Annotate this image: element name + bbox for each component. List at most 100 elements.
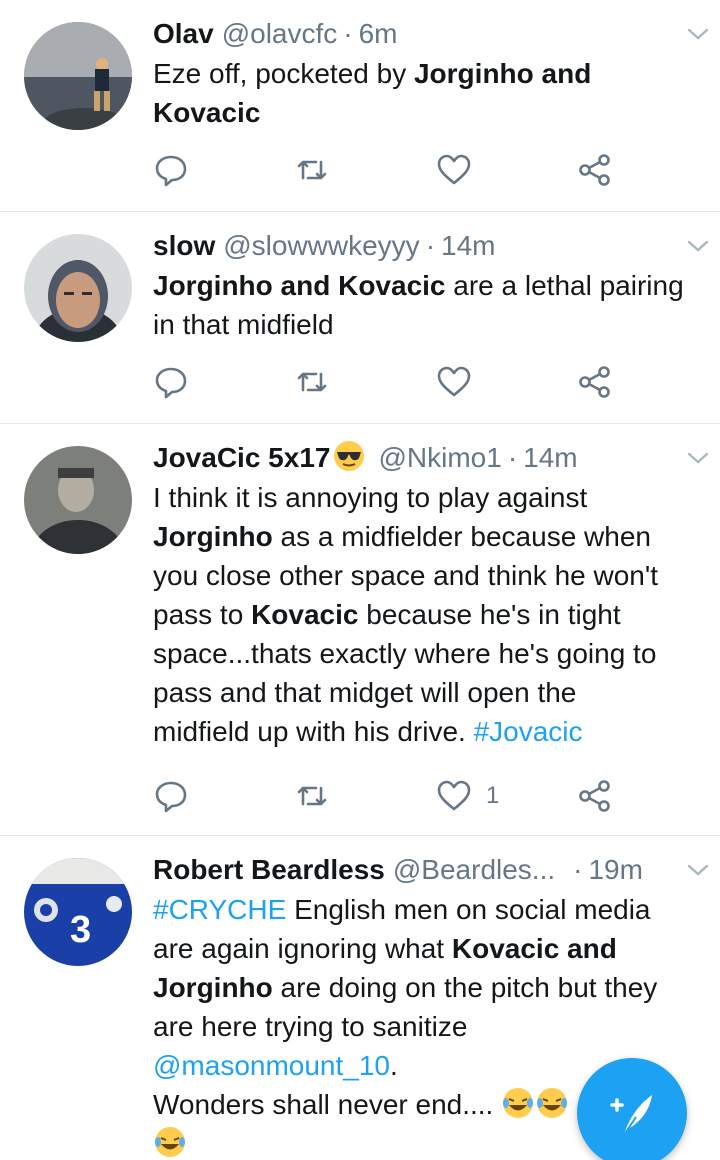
tweet-text-span: space...thats exactly where he's going t… (153, 638, 657, 669)
tweet-text-span: English men on social media (286, 894, 651, 925)
tweet-text-line: Jorginho are doing on the pitch but they (153, 968, 700, 1007)
author-name[interactable]: Olav (153, 14, 214, 54)
tweet-link[interactable]: @masonmount_10 (153, 1050, 390, 1081)
separator: · (343, 18, 353, 49)
tweet-link[interactable]: #Jovacic (474, 716, 583, 747)
tweet-text: Eze off, pocketed by Jorginho and Kovacic (153, 54, 700, 132)
tweet-text-span: as a midfielder because when (272, 521, 651, 552)
reply-icon (155, 781, 187, 813)
tweet-text-span: Kovacic (251, 599, 359, 630)
author-name[interactable]: Robert Beardless (153, 850, 385, 890)
author-name[interactable]: JovaCic 5x17 (153, 438, 330, 478)
avatar[interactable] (24, 234, 132, 342)
like-button[interactable] (436, 150, 472, 190)
share-button[interactable] (577, 362, 613, 402)
tweet-text-span: Eze off, pocketed by (153, 58, 414, 89)
heart-icon (437, 154, 471, 185)
chevron-down-icon[interactable] (684, 20, 712, 48)
avatar-image (24, 234, 132, 342)
timestamp[interactable]: 6m (359, 14, 398, 54)
tweet-text-line: space...thats exactly where he's going t… (153, 634, 700, 673)
author-name[interactable]: slow (153, 226, 215, 266)
tweet-link[interactable]: #CRYCHE (153, 894, 286, 925)
compose-tweet-icon (610, 1095, 652, 1136)
tweet-text: I think it is annoying to play against Jo… (153, 478, 700, 751)
tweet-text-line: in that midfield (153, 305, 700, 344)
share-icon (579, 366, 610, 398)
tweet-text-span: Wonders shall never end.... (153, 1089, 502, 1120)
author-handle[interactable]: @olavcfc (222, 14, 338, 54)
tweet-text-span: Kovacic and (451, 933, 617, 964)
tweet-header: JovaCic 5x17 @Nkimo1 · 14m (153, 438, 700, 478)
tweet-text-line: Jorginho as a midfielder because when (153, 517, 700, 556)
tweet-text-span: midfield up with his drive. (153, 716, 474, 747)
timestamp[interactable]: 14m (523, 438, 577, 478)
chevron-down-icon[interactable] (684, 856, 712, 884)
author-handle[interactable]: @Beardles... (393, 850, 555, 890)
tweet-text-span: pass and that midget will open the (153, 677, 577, 708)
tweet-text-span: because he's in tight (358, 599, 621, 630)
retweet-button[interactable] (294, 362, 330, 402)
tweet-text-span: you close other space and think he won't (153, 560, 658, 591)
reply-button[interactable] (153, 150, 189, 190)
tweet-text: Jorginho and Kovacic are a lethal pairin… (153, 266, 700, 344)
retweet-button[interactable] (294, 776, 330, 816)
tweet-text-line: #CRYCHE English men on social media (153, 890, 700, 929)
tweet-text-span: I think it is annoying to play against (153, 482, 588, 513)
tweet-text-line: are here trying to sanitize (153, 1007, 700, 1046)
svg-text:3: 3 (70, 909, 91, 951)
share-button[interactable] (577, 150, 613, 190)
tweet-text-line: Eze off, pocketed by Jorginho and (153, 54, 700, 93)
tweet[interactable]: Olav @olavcfc · 6m Eze off, pocketed by … (0, 0, 720, 212)
heart-icon (437, 366, 471, 397)
tweet-text-line: Kovacic (153, 93, 700, 132)
tweet-text-span: Jorginho (153, 521, 273, 552)
author-handle[interactable]: @slowwwkeyyy (223, 226, 419, 266)
tweet-text-span: are doing on the pitch but they (272, 972, 658, 1003)
tweet-actions (153, 362, 633, 402)
tweet-text-line: you close other space and think he won't (153, 556, 700, 595)
tweet-text-span: are again ignoring what (153, 933, 452, 964)
avatar[interactable] (24, 22, 132, 130)
tweet-text-line: midfield up with his drive. #Jovacic (153, 712, 700, 751)
tweet[interactable]: JovaCic 5x17 @Nkimo1 · 14m I think it is… (0, 424, 720, 836)
share-icon (579, 780, 610, 812)
laughing-emoji-icon (503, 1088, 534, 1118)
compose-tweet-button[interactable] (577, 1058, 687, 1160)
reply-button[interactable] (153, 362, 189, 402)
tweet-text-span: in that midfield (153, 309, 334, 340)
retweet-icon (297, 786, 327, 806)
tweet-text-line: pass and that midget will open the (153, 673, 700, 712)
tweet-text-span: Jorginho and (413, 58, 592, 89)
timestamp[interactable]: 19m (588, 850, 642, 890)
share-button[interactable] (577, 776, 613, 816)
timestamp[interactable]: 14m (441, 226, 495, 266)
avatar-image: 3 (24, 858, 132, 966)
timeline-feed: Olav @olavcfc · 6m Eze off, pocketed by … (0, 0, 720, 1160)
avatar[interactable]: 3 (24, 858, 132, 966)
like-button[interactable] (436, 362, 472, 402)
author-handle[interactable]: @Nkimo1 (378, 438, 501, 478)
tweet-text-span: Kovacic (153, 97, 261, 128)
chevron-down-icon[interactable] (684, 232, 712, 260)
separator: · (425, 230, 436, 261)
avatar[interactable] (24, 446, 132, 554)
tweet-text-line: pass to Kovacic because he's in tight (153, 595, 700, 634)
tweet-header: slow @slowwwkeyyy · 14m (153, 226, 700, 266)
reply-button[interactable] (153, 776, 189, 816)
avatar-image (24, 22, 132, 130)
chevron-down-icon[interactable] (684, 444, 712, 472)
heart-icon (437, 780, 471, 811)
retweet-button[interactable] (294, 150, 330, 190)
tweet-text-span: Jorginho and Kovacic (153, 270, 446, 301)
tweet-text-line: I think it is annoying to play against (153, 478, 700, 517)
reply-icon (155, 155, 187, 187)
laughing-emoji-icon (537, 1088, 568, 1118)
retweet-icon (297, 372, 327, 392)
tweet-text-span: are here trying to sanitize (153, 1011, 468, 1042)
tweet[interactable]: slow @slowwwkeyyy · 14m Jorginho and Kov… (0, 212, 720, 424)
separator: · (507, 442, 518, 473)
tweet-text-span: Jorginho (153, 972, 273, 1003)
like-button[interactable]: 1 (436, 776, 499, 816)
tweet-text-span: . (390, 1050, 398, 1081)
